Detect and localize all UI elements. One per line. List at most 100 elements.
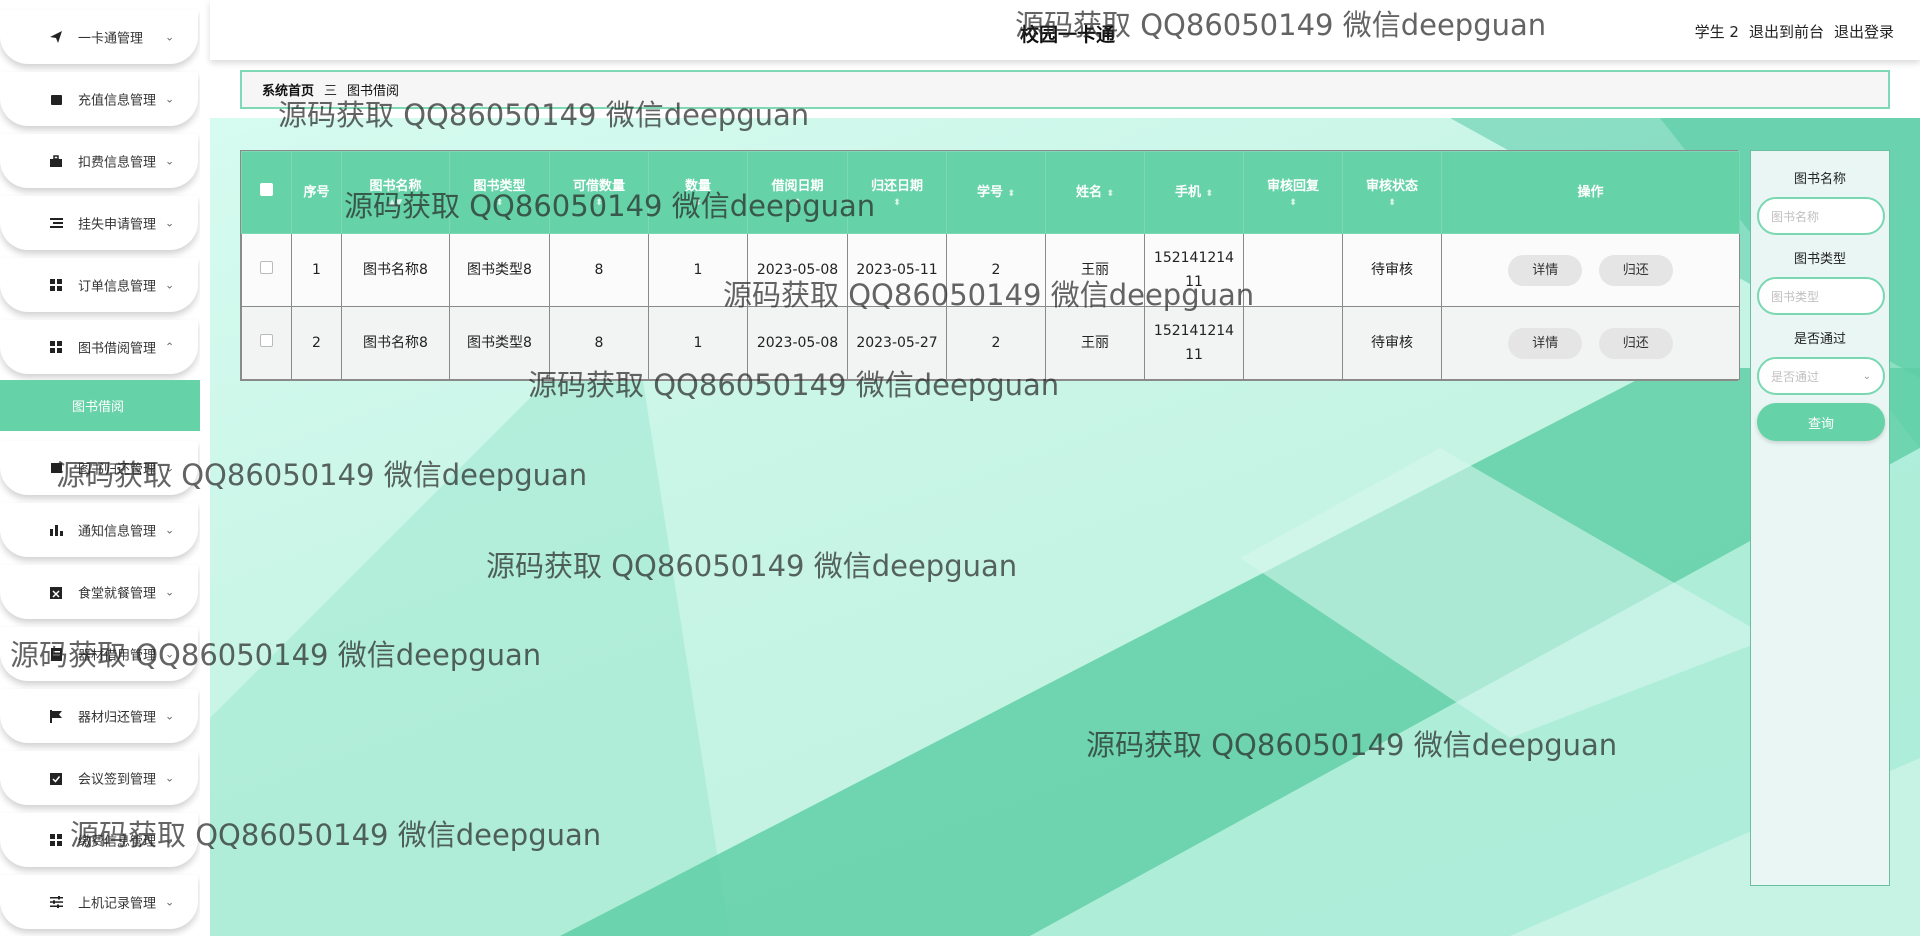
cell-book-name: 图书名称8 xyxy=(341,306,450,380)
book-type-input[interactable]: 图书类型 xyxy=(1757,277,1885,315)
breadcrumb-separator: 三 xyxy=(324,84,338,99)
header-label: 归还日期 xyxy=(870,178,923,194)
return-button[interactable]: 归还 xyxy=(1598,254,1673,286)
cell-qty: 1 xyxy=(648,233,748,307)
phone-part: 152141214 xyxy=(1153,323,1235,339)
query-button[interactable]: 查询 xyxy=(1757,403,1885,441)
sidebar-item-equipment-borrow[interactable]: 器材借用管理 ⌄ xyxy=(0,627,198,681)
cell-book-type: 图书类型8 xyxy=(449,233,550,307)
col-header-student-name[interactable]: 姓名 ⬍ xyxy=(1045,151,1145,234)
header-label: 借阅日期 xyxy=(771,178,824,194)
clipboard-x-icon xyxy=(48,584,64,600)
book-name-label: 图书名称 xyxy=(1793,172,1846,187)
chevron-down-icon: ⌄ xyxy=(165,585,175,599)
logout-link[interactable]: 退出登录 xyxy=(1834,21,1894,42)
row-checkbox[interactable] xyxy=(260,334,273,347)
list-icon xyxy=(48,215,64,231)
col-header-book-type[interactable]: 图书类型 ⬍ xyxy=(449,151,550,234)
wallet-icon xyxy=(48,91,64,107)
row-select-cell[interactable] xyxy=(241,306,292,380)
grid-icon xyxy=(48,277,64,293)
sort-icon[interactable]: ⬍ xyxy=(550,198,648,208)
sidebar-item-canteen[interactable]: 食堂就餐管理 ⌄ xyxy=(0,565,198,619)
sidebar-subitem-label: 图书借阅 xyxy=(72,400,125,415)
col-header-book-name[interactable]: 图书名称 ▲▼ xyxy=(341,151,450,234)
cell-student-name: 王丽 xyxy=(1045,306,1145,380)
chevron-down-icon: ⌄ xyxy=(165,216,175,230)
table-row: 1 图书名称8 图书类型8 8 1 2023-05-08 2023-05-11 … xyxy=(241,233,1740,307)
sidebar-item-meeting-signin[interactable]: 会议签到管理 ⌄ xyxy=(0,751,198,805)
col-header-qty[interactable]: 数量 ⬍ xyxy=(648,151,748,234)
sidebar-item-recharge[interactable]: 充值信息管理 ⌄ xyxy=(0,72,198,126)
borrow-table: 序号 图书名称 ▲▼ 图书类型 ⬍ 可借数量 ⬍ 数量 ⬍ 借阅日期 ⬍ 归还日期 ⬍ 学号… xyxy=(240,150,1740,381)
sidebar-item-computer-log[interactable]: 上机记录管理 ⌄ xyxy=(0,875,198,929)
sidebar-subitem-book-borrow[interactable]: 图书借阅 xyxy=(0,380,200,431)
cell-student-no: 2 xyxy=(946,306,1046,380)
row-select-cell[interactable] xyxy=(241,233,292,307)
col-header-available[interactable]: 可借数量 ⬍ xyxy=(549,151,649,234)
detail-button[interactable]: 详情 xyxy=(1508,327,1583,359)
briefcase-icon xyxy=(48,153,64,169)
col-header-phone[interactable]: 手机 ⬍ xyxy=(1144,151,1244,234)
chevron-down-icon: ⌄ xyxy=(165,154,175,168)
grid-icon xyxy=(48,832,64,848)
phone-part: 152141214 xyxy=(1153,250,1235,266)
breadcrumb-home[interactable]: 系统首页 xyxy=(262,80,314,99)
book-name-placeholder: 图书名称 xyxy=(1771,209,1820,224)
cell-available: 8 xyxy=(549,233,649,307)
col-header-actions: 操作 xyxy=(1441,151,1740,234)
sort-icon[interactable]: ⬍ xyxy=(1343,198,1441,208)
sort-icon[interactable]: ⬍ xyxy=(1008,189,1016,199)
sidebar-item-label: 扣费信息管理 xyxy=(78,155,157,171)
sidebar: 一卡通管理 ⌄ 充值信息管理 ⌄ 扣费信息管理 ⌄ 挂失申请管理 ⌄ 订单信息管… xyxy=(0,0,200,936)
sidebar-item-book-return[interactable]: 图书归还管理 ⌄ xyxy=(0,441,198,495)
phone-part: 11 xyxy=(1185,274,1203,290)
sort-icon[interactable]: ⬍ xyxy=(1206,189,1214,199)
book-type-label: 图书类型 xyxy=(1793,252,1846,267)
sort-icon[interactable]: ⬍ xyxy=(1107,189,1115,199)
cell-book-name: 图书名称8 xyxy=(341,233,450,307)
header-label: 图书类型 xyxy=(473,178,526,194)
select-all-checkbox[interactable] xyxy=(260,183,273,196)
sort-icon[interactable]: ⬍ xyxy=(1244,198,1342,208)
chevron-down-icon: ⌄ xyxy=(165,771,175,785)
sidebar-item-orders[interactable]: 订单信息管理 ⌄ xyxy=(0,258,198,312)
sidebar-item-card[interactable]: 一卡通管理 ⌄ xyxy=(0,10,198,64)
col-header-student-no[interactable]: 学号 ⬍ xyxy=(946,151,1046,234)
cell-student-name: 王丽 xyxy=(1045,233,1145,307)
site-title: 校园一卡通 xyxy=(1020,24,1116,46)
sidebar-item-notice[interactable]: 通知信息管理 ⌄ xyxy=(0,503,198,557)
cell-actions: 详情 归还 xyxy=(1441,233,1740,307)
sort-icon[interactable]: ⬍ xyxy=(450,198,549,208)
return-button[interactable]: 归还 xyxy=(1598,327,1673,359)
sidebar-item-deduction[interactable]: 扣费信息管理 ⌄ xyxy=(0,134,198,188)
select-all-cell[interactable] xyxy=(241,151,292,234)
col-header-reply[interactable]: 审核回复 ⬍ xyxy=(1243,151,1343,234)
header-label: 序号 xyxy=(303,184,330,200)
sort-icon[interactable]: ⬍ xyxy=(848,198,946,208)
col-header-return-date[interactable]: 归还日期 ⬍ xyxy=(847,151,947,234)
cell-no: 2 xyxy=(291,306,342,380)
sidebar-item-label: 订单信息管理 xyxy=(78,279,157,295)
sidebar-item-label: 图书归还管理 xyxy=(78,462,157,478)
sort-icon[interactable]: ⬍ xyxy=(649,198,747,208)
book-name-input[interactable]: 图书名称 xyxy=(1757,197,1885,235)
sidebar-item-loss-report[interactable]: 挂失申请管理 ⌄ xyxy=(0,196,198,250)
chevron-up-icon: ⌃ xyxy=(165,340,175,354)
pass-select[interactable]: 是否通过 ⌄ xyxy=(1757,357,1885,395)
cell-borrow-date: 2023-05-08 xyxy=(747,306,848,380)
row-checkbox[interactable] xyxy=(260,261,273,274)
detail-button[interactable]: 详情 xyxy=(1508,254,1583,286)
header-label: 数量 xyxy=(684,178,711,194)
col-header-borrow-date[interactable]: 借阅日期 ⬍ xyxy=(747,151,848,234)
sort-icon[interactable]: ▲▼ xyxy=(342,198,449,208)
exit-to-front-link[interactable]: 退出到前台 xyxy=(1749,21,1824,42)
sidebar-item-equipment-return[interactable]: 器材归还管理 ⌄ xyxy=(0,689,198,743)
sidebar-item-payment[interactable]: 缴费信息管理 ⌄ xyxy=(0,813,198,867)
sidebar-item-book-borrow[interactable]: 图书借阅管理 ⌃ xyxy=(0,320,198,374)
sort-icon[interactable]: ⬍ xyxy=(748,198,847,208)
table-row: 2 图书名称8 图书类型8 8 1 2023-05-08 2023-05-27 … xyxy=(241,306,1740,380)
header-label: 审核状态 xyxy=(1365,178,1418,194)
sidebar-item-label: 缴费信息管理 xyxy=(78,834,157,850)
col-header-status[interactable]: 审核状态 ⬍ xyxy=(1342,151,1442,234)
